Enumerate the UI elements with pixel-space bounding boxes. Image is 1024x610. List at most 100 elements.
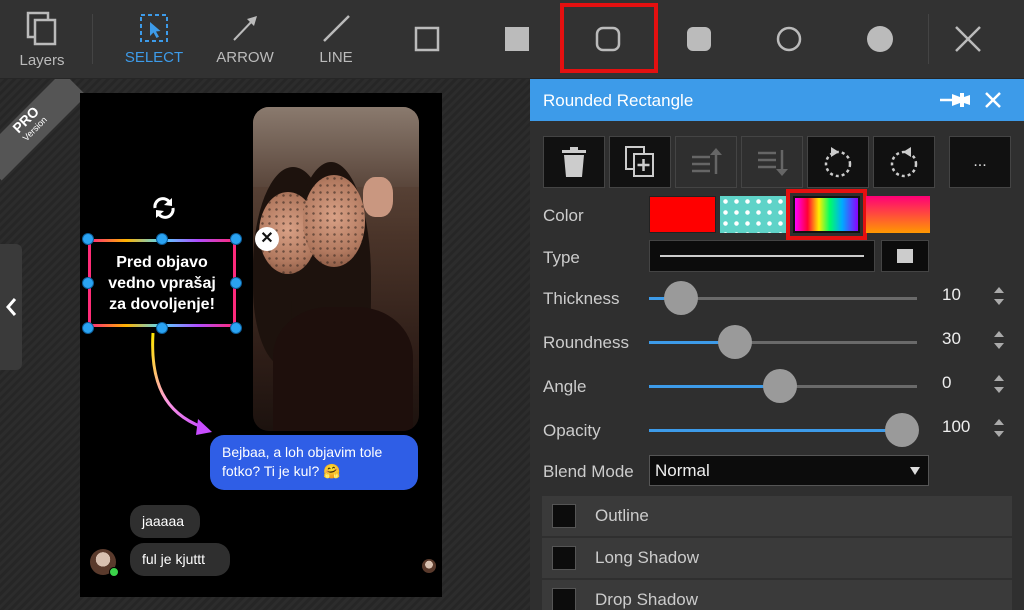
solid-line-preview [660,255,864,257]
roundness-slider-knob[interactable] [717,325,752,359]
resize-handle[interactable] [156,233,168,245]
ellipse-outline-tool-button[interactable] [766,0,812,78]
angle-value: 0 [942,373,952,392]
rotate-right-button[interactable] [873,136,935,188]
layers-icon [26,11,57,45]
line-type-select[interactable] [649,240,875,272]
image-canvas[interactable]: ✕ Pred objavo vedno vprašaj za dovoljenj… [80,93,442,597]
close-icon [955,26,981,52]
select-tool-button[interactable]: SELECT [120,0,188,78]
rectangle-filled-icon [505,27,529,51]
blend-mode-value: Normal [655,461,710,480]
ellipse-filled-tool-button[interactable] [857,0,903,78]
incoming-message-bubble: jaaaaa [130,505,200,538]
more-options-label: ... [973,153,987,170]
textbox-content[interactable]: Pred objavo vedno vprašaj za dovoljenje! [88,239,236,327]
close-toolbar-button[interactable] [944,0,992,78]
textbox-line-1: Pred objavo [116,254,208,271]
rectangle-outline-tool-button[interactable] [404,0,450,78]
long-shadow-section[interactable]: Long Shadow [542,538,1012,578]
panel-header: Rounded Rectangle [530,79,1024,121]
arrow-icon [233,15,257,41]
color-swatch-polka-dot[interactable] [720,196,787,233]
resize-handle[interactable] [230,277,242,289]
online-status-dot [109,567,119,577]
color-swatch-pink-orange-gradient[interactable] [866,196,930,233]
rounded-rectangle-filled-tool-button[interactable] [676,0,722,78]
rounded-rectangle-filled-icon [687,27,711,51]
collapse-side-tab[interactable] [0,244,22,370]
read-receipt-avatar [422,559,436,573]
rotate-handle-icon[interactable] [150,196,178,220]
thickness-label: Thickness [543,289,620,308]
ellipse-outline-icon [776,26,802,52]
color-swatch-solid-red[interactable] [649,196,716,233]
delete-button[interactable] [543,136,605,188]
outline-checkbox[interactable] [552,504,576,528]
top-toolbar: Layers SELECT ARROW LINE [0,0,1024,79]
drop-shadow-checkbox[interactable] [552,588,576,610]
thickness-value-stepper[interactable]: 10 [940,282,1006,310]
opacity-slider-knob[interactable] [885,413,919,447]
angle-label: Angle [543,377,587,396]
spinner-arrows-icon[interactable] [992,372,1006,396]
resize-handle[interactable] [230,233,242,245]
spinner-arrows-icon[interactable] [992,284,1006,308]
selected-tool-highlight [560,3,658,73]
roundness-label: Roundness [543,333,630,352]
arrow-tool-button[interactable]: ARROW [212,0,278,78]
line-icon [323,14,350,42]
rectangle-filled-tool-button[interactable] [494,0,540,78]
resize-handle[interactable] [82,277,94,289]
toolbar-divider [928,14,929,64]
toolbar-divider [92,14,93,64]
blend-mode-select[interactable]: Normal [649,455,929,486]
pro-version-badge: PRO Version [0,79,87,181]
opacity-slider-fill [649,429,917,432]
incoming-message-text: jaaaaa [142,513,185,529]
long-shadow-checkbox[interactable] [552,546,576,570]
bring-forward-button[interactable] [675,136,737,188]
resize-handle[interactable] [82,322,94,334]
dropdown-arrow-icon [910,467,920,475]
send-backward-button[interactable] [741,136,803,188]
resize-handle[interactable] [156,322,168,334]
spinner-arrows-icon[interactable] [992,416,1006,440]
roundness-value-stepper[interactable]: 30 [940,326,1006,354]
roundness-value: 30 [942,329,961,348]
pin-icon[interactable] [938,91,972,109]
version-label: Version [20,114,49,143]
long-shadow-label: Long Shadow [595,548,699,567]
layers-button[interactable]: Layers [14,0,70,78]
close-panel-icon[interactable] [984,91,1002,109]
opacity-value-stepper[interactable]: 100 [940,414,1006,442]
spinner-arrows-icon[interactable] [992,328,1006,352]
resize-handle[interactable] [230,322,242,334]
selected-color-highlight [786,189,867,240]
resize-handle[interactable] [82,233,94,245]
drop-shadow-section[interactable]: Drop Shadow [542,580,1012,610]
more-options-button[interactable]: ... [949,136,1011,188]
rotate-left-button[interactable] [807,136,869,188]
thickness-slider-knob[interactable] [664,281,699,315]
blend-mode-label: Blend Mode [543,462,634,481]
outgoing-message-line-1: Bejbaa, a loh objavim tole [222,444,383,460]
rotate-right-icon [890,147,918,178]
angle-slider-knob[interactable] [763,369,798,403]
line-cap-select[interactable] [881,240,929,272]
incoming-message-text: ful je kjuttt [142,551,206,567]
angle-value-stepper[interactable]: 0 [940,370,1006,398]
incoming-message-bubble: ful je kjuttt [130,543,230,576]
line-tool-button[interactable]: LINE [306,0,366,78]
trash-icon [562,147,586,177]
arrow-label: ARROW [216,48,274,66]
ellipse-filled-icon [867,26,893,52]
duplicate-button[interactable] [609,136,671,188]
rectangle-outline-icon [414,26,440,52]
duplicate-icon [625,146,654,177]
opacity-value: 100 [942,417,971,436]
square-cap-icon [897,249,913,263]
outline-section[interactable]: Outline [542,496,1012,536]
thickness-value: 10 [942,285,961,304]
rotate-left-icon [824,147,852,178]
